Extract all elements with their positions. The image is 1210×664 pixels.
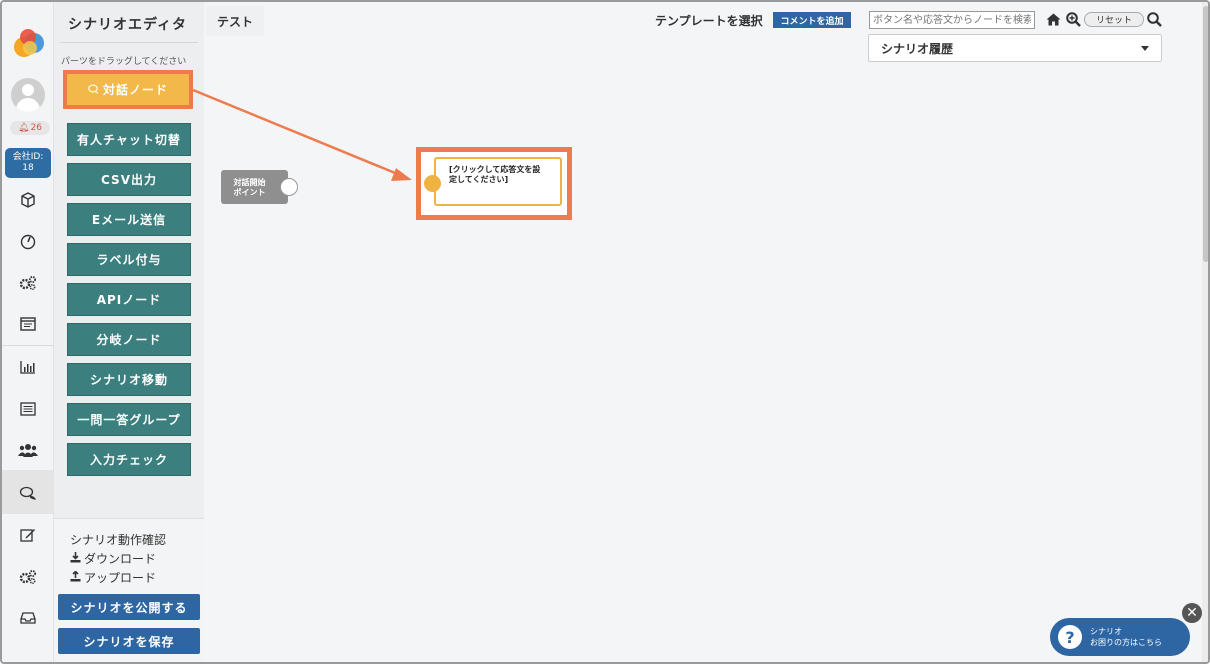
company-id-value: 18 bbox=[22, 163, 34, 173]
part-qa-group[interactable]: 一問一答グループ bbox=[67, 403, 191, 436]
part-api-node[interactable]: APIノード bbox=[67, 283, 191, 316]
scenario-canvas[interactable]: テスト テンプレートを選択 コメントを追加 リセット シナリオ履歴 対話開始 ポ… bbox=[204, 2, 1208, 662]
list-icon[interactable] bbox=[16, 398, 40, 420]
dialog-node-part[interactable]: 対話ノード bbox=[63, 70, 193, 109]
cube-icon[interactable] bbox=[16, 189, 40, 211]
test-run-link[interactable]: シナリオ動作確認 bbox=[70, 531, 166, 548]
scenario-history-value: シナリオ履歴 bbox=[881, 41, 954, 56]
download-label: ダウンロード bbox=[84, 552, 157, 566]
rail-divider bbox=[2, 345, 54, 346]
upload-icon bbox=[70, 569, 81, 585]
start-node-label-line1: 対話開始 bbox=[233, 178, 266, 187]
help-line1: シナリオ bbox=[1090, 627, 1122, 636]
dialog-node-text-line1: [クリックして応答文を設 bbox=[449, 165, 541, 174]
zoom-in-icon[interactable] bbox=[1065, 11, 1081, 27]
settings-gears-icon[interactable] bbox=[16, 566, 40, 588]
notification-badge[interactable]: 🔔︎ 26 bbox=[10, 121, 50, 135]
scenario-history-select[interactable]: シナリオ履歴 bbox=[868, 34, 1162, 62]
publish-scenario-button[interactable]: シナリオを公開する bbox=[58, 594, 200, 620]
gears-icon[interactable] bbox=[16, 272, 40, 294]
canvas-scrollbar-thumb[interactable] bbox=[1203, 6, 1208, 262]
users-icon[interactable] bbox=[16, 439, 40, 461]
chat-bubble-icon bbox=[88, 83, 99, 97]
part-scenario-move[interactable]: シナリオ移動 bbox=[67, 363, 191, 396]
part-add-label[interactable]: ラベル付与 bbox=[67, 243, 191, 276]
part-csv-output[interactable]: CSV出力 bbox=[67, 163, 191, 196]
canvas-scrollbar[interactable] bbox=[1202, 2, 1208, 662]
chat-bubbles-icon[interactable] bbox=[16, 482, 40, 504]
help-close-icon[interactable]: ✕ bbox=[1182, 603, 1202, 623]
test-run-label: シナリオ動作確認 bbox=[70, 533, 167, 547]
company-id-badge: 会社ID: 18 bbox=[5, 148, 51, 178]
reset-button[interactable]: リセット bbox=[1084, 12, 1144, 27]
app-logo-icon[interactable] bbox=[11, 26, 47, 62]
help-line2: お困りの方はこちら bbox=[1090, 638, 1162, 647]
notification-count: 26 bbox=[30, 123, 42, 133]
add-comment-button[interactable]: コメントを追加 bbox=[773, 12, 851, 28]
start-point-node[interactable]: 対話開始 ポイント bbox=[221, 170, 288, 204]
dialog-input-port[interactable] bbox=[424, 175, 441, 192]
dashboard-icon[interactable] bbox=[16, 231, 40, 253]
sidebar-actions: シナリオ動作確認 ダウンロード アップロード シナリオを公開する シナリオを保存 bbox=[54, 518, 204, 662]
tab-test[interactable]: テスト bbox=[206, 6, 264, 36]
start-node-label-line2: ポイント bbox=[233, 188, 266, 197]
dialog-node-highlight: [クリックして応答文を設 定してください] bbox=[416, 147, 572, 220]
part-email-send[interactable]: Eメール送信 bbox=[67, 203, 191, 236]
part-branch-node[interactable]: 分岐ノード bbox=[67, 323, 191, 356]
upload-link[interactable]: アップロード bbox=[70, 569, 156, 586]
dialog-node[interactable]: [クリックして応答文を設 定してください] bbox=[434, 157, 562, 206]
dialog-node-text-line2: 定してください] bbox=[449, 175, 509, 184]
app-window: 🔔︎ 26 会社ID: 18 シナリオエディタ パーツをドラッグしてください 対… bbox=[0, 0, 1210, 664]
download-link[interactable]: ダウンロード bbox=[70, 550, 156, 567]
edit-icon[interactable] bbox=[16, 524, 40, 546]
dialog-node-part-label: 対話ノード bbox=[102, 83, 168, 97]
drag-hint: パーツをドラッグしてください bbox=[61, 57, 187, 67]
node-search-input[interactable] bbox=[869, 11, 1035, 29]
help-question-icon: ? bbox=[1058, 625, 1082, 649]
icon-rail: 🔔︎ 26 会社ID: 18 bbox=[2, 2, 54, 662]
bell-icon: 🔔︎ bbox=[18, 123, 30, 133]
zoom-out-icon[interactable] bbox=[1146, 11, 1162, 27]
caret-down-icon bbox=[1141, 45, 1149, 51]
parts-sidebar: シナリオエディタ パーツをドラッグしてください 対話ノード 有人チャット切替 C… bbox=[54, 2, 204, 662]
start-output-port[interactable] bbox=[280, 178, 298, 196]
part-input-check[interactable]: 入力チェック bbox=[67, 443, 191, 476]
company-id-label: 会社ID: bbox=[12, 152, 44, 162]
bar-chart-icon[interactable] bbox=[16, 356, 40, 378]
browser-window-icon[interactable] bbox=[16, 313, 40, 335]
download-icon bbox=[70, 551, 81, 566]
inbox-icon[interactable] bbox=[16, 607, 40, 629]
save-scenario-button[interactable]: シナリオを保存 bbox=[58, 628, 200, 654]
upload-label: アップロード bbox=[84, 571, 157, 585]
template-select-link[interactable]: テンプレートを選択 bbox=[655, 12, 763, 29]
part-human-chat-switch[interactable]: 有人チャット切替 bbox=[67, 123, 191, 156]
sidebar-title: シナリオエディタ bbox=[68, 17, 188, 33]
help-widget[interactable]: ? シナリオ お困りの方はこちら bbox=[1050, 618, 1190, 656]
user-avatar[interactable] bbox=[11, 78, 45, 112]
sidebar-divider bbox=[60, 42, 198, 43]
home-icon[interactable] bbox=[1045, 11, 1061, 27]
